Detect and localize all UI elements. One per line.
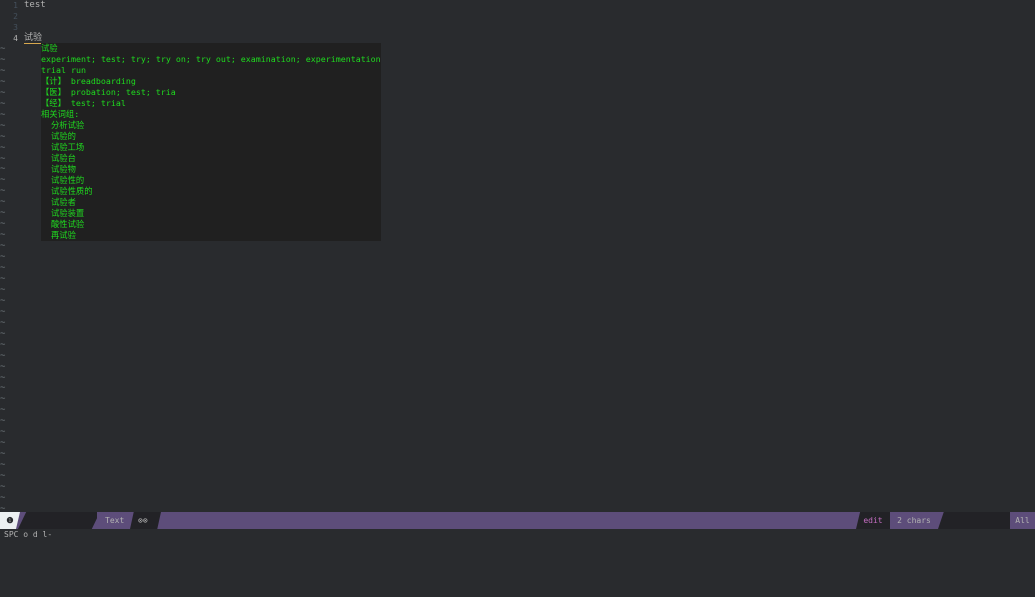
line-number: 1	[13, 1, 18, 10]
empty-line-tilde: ~	[0, 427, 6, 438]
empty-line-tilde: ~	[0, 219, 6, 230]
empty-line-tilde: ~	[0, 317, 6, 328]
popup-phrase: 试验性的	[51, 175, 85, 185]
empty-line-tilde: ~	[0, 263, 6, 273]
empty-line-tilde: ~	[0, 153, 6, 164]
separator: |	[981, 550, 987, 559]
empty-line-tilde: ~	[0, 175, 6, 186]
popup-phrase: 试验台	[51, 153, 76, 163]
popup-phrase: 酸性试验	[51, 219, 85, 229]
major-mode[interactable]: Text	[97, 512, 134, 529]
empty-line-tilde: ~	[0, 87, 6, 98]
empty-line-tilde: ~	[0, 416, 6, 427]
popup-definition: experiment; test; try; try on; try out; …	[41, 54, 381, 64]
window-number-badge[interactable]: ❶	[0, 512, 20, 529]
popup-phrases-heading: 相关词组:	[41, 109, 80, 119]
empty-line-tilde: ~	[0, 449, 6, 460]
empty-line-tilde: ~	[0, 98, 6, 109]
popup-definition: 【医】 probation; test; tria	[41, 87, 176, 97]
empty-line-tilde: ~	[0, 295, 6, 306]
popup-definition: 【经】 test; trial	[41, 98, 126, 108]
empty-line-tilde: ~	[0, 65, 6, 76]
popup-phrase: 分析试验	[51, 120, 85, 130]
empty-line-tilde: ~	[0, 492, 6, 503]
empty-line-tilde: ~	[0, 284, 6, 295]
minor-modes[interactable]: ⊗⊗	[130, 512, 161, 529]
empty-line-tilde: ~	[0, 306, 6, 317]
empty-line-tilde: ~	[0, 208, 6, 219]
empty-line-tilde: ~	[0, 438, 6, 449]
scroll-position: All	[1010, 512, 1035, 529]
empty-line-tilde: ~	[0, 328, 6, 339]
popup-phrase: 试验的	[51, 131, 76, 141]
empty-line-tilde: ~	[0, 197, 6, 208]
empty-line-tilde: ~	[0, 241, 6, 252]
empty-line-tilde: ~	[0, 405, 6, 416]
word-at-point[interactable]: 试验	[24, 33, 43, 44]
echo-area: SPC o d l-	[0, 529, 1035, 540]
empty-line-tilde: ~	[0, 109, 6, 120]
empty-line-tilde: ~	[0, 164, 6, 175]
selection-info: 2 chars	[890, 512, 938, 529]
empty-line-tilde: ~	[0, 372, 6, 383]
empty-line-tilde: ~	[0, 186, 6, 197]
line-number-gutter: 1 2 3 4 ~ ~ ~ ~ ~ ~ ~ ~ ~ ~ ~ ~ ~ ~ ~ ~ ~ ~ ~ ~ ~ ~ ~ ~ ~ ~ ~ ~ ~ ~ ~ ~…	[0, 0, 20, 514]
translation-popup: 试验 experiment; test; try; try on; try ou…	[41, 43, 381, 241]
popup-phrase: 试验者	[51, 197, 76, 207]
empty-line-tilde: ~	[0, 361, 6, 372]
buffer-size: 9	[48, 550, 54, 559]
empty-line-tilde: ~	[0, 394, 6, 405]
popup-phrase: 试验工场	[51, 142, 85, 152]
empty-line-tilde: ~	[0, 273, 6, 284]
cursor-position: 4: 2	[974, 567, 994, 576]
empty-line-tilde: ~	[0, 142, 6, 153]
empty-line-tilde: ~	[0, 76, 6, 87]
empty-line-tilde: ~	[0, 252, 6, 263]
mode-line: ❶ * 9 *scratch* Text ⊗⊗ edit 2 chars utf…	[0, 512, 1035, 529]
popup-definition: trial run	[41, 65, 86, 75]
popup-phrase: 试验物	[51, 164, 76, 174]
empty-line-tilde: ~	[0, 44, 6, 54]
line-number: 2	[13, 12, 18, 21]
popup-phrase: 试验性质的	[51, 186, 93, 196]
buffer-line-1[interactable]: test	[24, 0, 46, 11]
buffer-info[interactable]: * 9 *scratch*	[18, 512, 100, 529]
current-line-number: 4	[13, 34, 18, 43]
empty-line-tilde: ~	[0, 230, 6, 241]
popup-definition: 【计】 breadboarding	[41, 76, 136, 86]
empty-line-tilde: ~	[0, 120, 6, 131]
buffer-name[interactable]: *scratch*	[48, 567, 91, 576]
empty-line-tilde: ~	[0, 54, 6, 65]
empty-line-tilde: ~	[0, 131, 6, 142]
empty-line-tilde: ~	[0, 339, 6, 350]
encoding-position[interactable]: utf-8 | 4: 2	[938, 512, 1010, 529]
editor-area[interactable]: 1 2 3 4 ~ ~ ~ ~ ~ ~ ~ ~ ~ ~ ~ ~ ~ ~ ~ ~ ~ ~ ~ ~ ~ ~ ~ ~ ~ ~ ~ ~ ~ ~ ~ ~…	[0, 0, 1035, 514]
empty-line-tilde: ~	[0, 350, 6, 361]
edit-state-indicator: edit	[856, 512, 890, 529]
empty-line-tilde: ~	[0, 471, 6, 482]
buffer-line-4[interactable]: 试验	[24, 33, 43, 44]
popup-phrase: 试验装置	[51, 208, 85, 218]
empty-line-tilde: ~	[0, 460, 6, 471]
empty-line-tilde: ~	[0, 383, 6, 394]
empty-line-tilde: ~	[0, 482, 6, 492]
popup-phrase: 再试验	[51, 230, 76, 240]
line-number: 3	[13, 23, 18, 32]
popup-headword: 试验	[41, 43, 58, 53]
